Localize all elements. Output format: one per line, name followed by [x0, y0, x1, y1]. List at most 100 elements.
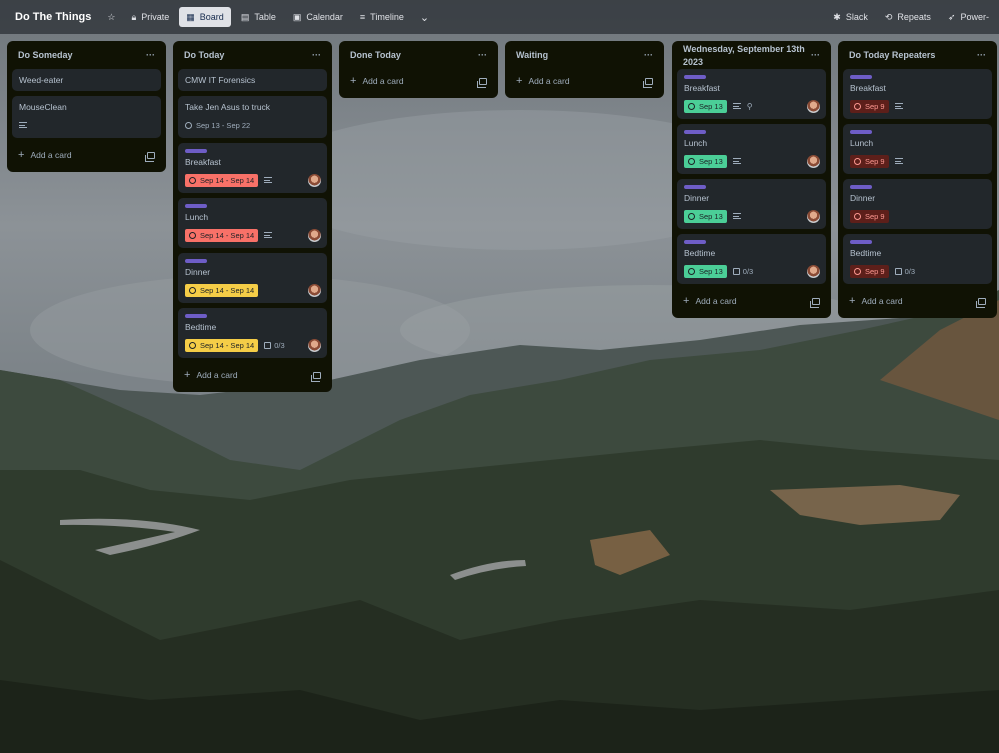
- card-label[interactable]: [185, 314, 207, 318]
- card-label[interactable]: [850, 185, 872, 189]
- star-button[interactable]: ☆: [101, 7, 121, 27]
- due-date-text: Sep 14 - Sep 14: [200, 285, 255, 295]
- card-template-icon[interactable]: [976, 297, 986, 308]
- due-date-badge[interactable]: Sep 13 - Sep 22: [185, 119, 250, 132]
- more-views-button[interactable]: ⌄: [414, 7, 435, 27]
- member-avatar[interactable]: [308, 339, 321, 352]
- due-date-badge[interactable]: Sep 14 - Sep 14: [185, 173, 259, 187]
- member-avatar[interactable]: [308, 229, 321, 242]
- description-icon: [732, 158, 741, 164]
- add-card-button[interactable]: + Add a card: [510, 69, 659, 93]
- card[interactable]: Dinner Sep 9: [843, 179, 992, 229]
- card-template-icon[interactable]: [145, 151, 155, 162]
- list-title[interactable]: Do Today Repeaters: [849, 50, 935, 60]
- card[interactable]: Lunch Sep 13: [677, 124, 826, 174]
- card-label[interactable]: [684, 75, 706, 79]
- card-label[interactable]: [684, 185, 706, 189]
- list-title[interactable]: Done Today: [350, 50, 401, 60]
- card[interactable]: Breakfast Sep 9: [843, 69, 992, 119]
- list-header[interactable]: Do Today Repeaters ···: [843, 41, 992, 69]
- due-date-badge[interactable]: Sep 14 - Sep 14: [185, 283, 259, 297]
- card-label[interactable]: [185, 149, 207, 153]
- list-menu-icon[interactable]: ···: [977, 50, 986, 60]
- card-template-icon[interactable]: [477, 77, 487, 88]
- list-header[interactable]: Do Today ···: [178, 41, 327, 69]
- card[interactable]: Bedtime Sep 9 0/3: [843, 234, 992, 284]
- list-menu-icon[interactable]: ···: [478, 50, 487, 60]
- card[interactable]: CMW IT Forensics: [178, 69, 327, 91]
- member-avatar[interactable]: [308, 174, 321, 187]
- add-card-label: Add a card: [528, 76, 570, 86]
- due-date-badge[interactable]: Sep 13: [684, 264, 727, 278]
- list-header[interactable]: Do Someday ···: [12, 41, 161, 69]
- due-date-badge[interactable]: Sep 14 - Sep 14: [185, 228, 259, 242]
- card-label[interactable]: [185, 259, 207, 263]
- card-label[interactable]: [850, 130, 872, 134]
- list-header[interactable]: Done Today ···: [344, 41, 493, 69]
- card[interactable]: Dinner Sep 14 - Sep 14: [178, 253, 327, 303]
- plus-icon: +: [849, 295, 856, 307]
- member-avatar[interactable]: [308, 284, 321, 297]
- due-date-badge[interactable]: Sep 9: [850, 209, 889, 223]
- card-label[interactable]: [850, 75, 872, 79]
- list-menu-icon[interactable]: ···: [312, 50, 321, 60]
- due-date-badge[interactable]: Sep 14 - Sep 14: [185, 338, 259, 352]
- card-label[interactable]: [185, 204, 207, 208]
- view-timeline-button[interactable]: ≡ Timeline: [353, 7, 411, 27]
- list-title[interactable]: Waiting: [516, 50, 548, 60]
- add-card-button[interactable]: + Add a card: [12, 143, 161, 167]
- clock-icon: [854, 267, 861, 275]
- due-date-badge[interactable]: Sep 9: [850, 264, 889, 278]
- card-label[interactable]: [684, 240, 706, 244]
- card[interactable]: Bedtime Sep 13 0/3: [677, 234, 826, 284]
- card[interactable]: Breakfast Sep 14 - Sep 14: [178, 143, 327, 193]
- member-avatar[interactable]: [807, 265, 820, 278]
- list-menu-icon[interactable]: ···: [811, 50, 820, 60]
- list-header[interactable]: Wednesday, September 13th 2023 ···: [677, 41, 826, 69]
- member-avatar[interactable]: [807, 210, 820, 223]
- view-calendar-button[interactable]: ▣ Calendar: [286, 7, 350, 27]
- card-template-icon[interactable]: [810, 297, 820, 308]
- clock-icon: [189, 286, 196, 294]
- card[interactable]: Breakfast Sep 13 ⚲: [677, 69, 826, 119]
- due-date-badge[interactable]: Sep 13: [684, 99, 727, 113]
- list-title[interactable]: Do Someday: [18, 50, 73, 60]
- card-template-icon[interactable]: [643, 77, 653, 88]
- powerups-button[interactable]: ➶ Power-: [941, 7, 996, 27]
- card[interactable]: Bedtime Sep 14 - Sep 14 0/3: [178, 308, 327, 358]
- board-title[interactable]: Do The Things: [15, 11, 91, 23]
- member-avatar[interactable]: [807, 100, 820, 113]
- slack-button[interactable]: ✱ Slack: [826, 7, 875, 27]
- list-menu-icon[interactable]: ···: [146, 50, 155, 60]
- list-menu-icon[interactable]: ···: [644, 50, 653, 60]
- clock-icon: [688, 212, 695, 220]
- add-card-button[interactable]: + Add a card: [178, 363, 327, 387]
- card-label[interactable]: [850, 240, 872, 244]
- list-title[interactable]: Wednesday, September 13th 2023: [683, 41, 811, 69]
- repeats-button[interactable]: ⟲ Repeats: [878, 7, 938, 27]
- card[interactable]: Weed-eater: [12, 69, 161, 91]
- card-label[interactable]: [684, 130, 706, 134]
- card-badges: Sep 14 - Sep 14 0/3: [185, 338, 320, 352]
- view-board-button[interactable]: ▦ Board: [179, 7, 231, 27]
- board-header: Do The Things ☆ 🔒︎ Private ▦ Board ▤ Table …: [0, 0, 999, 34]
- add-card-button[interactable]: + Add a card: [843, 289, 992, 313]
- view-table-button[interactable]: ▤ Table: [234, 7, 283, 27]
- list-3: Waiting ··· + Add a card: [505, 41, 664, 98]
- due-date-badge[interactable]: Sep 9: [850, 99, 889, 113]
- card[interactable]: Take Jen Asus to truck Sep 13 - Sep 22: [178, 96, 327, 138]
- list-title[interactable]: Do Today: [184, 50, 224, 60]
- due-date-badge[interactable]: Sep 13: [684, 154, 727, 168]
- member-avatar[interactable]: [807, 155, 820, 168]
- add-card-button[interactable]: + Add a card: [344, 69, 493, 93]
- card[interactable]: MouseClean: [12, 96, 161, 138]
- due-date-badge[interactable]: Sep 13: [684, 209, 727, 223]
- card[interactable]: Lunch Sep 14 - Sep 14: [178, 198, 327, 248]
- card-template-icon[interactable]: [311, 371, 321, 382]
- visibility-button[interactable]: 🔒︎ Private: [124, 7, 176, 27]
- add-card-button[interactable]: + Add a card: [677, 289, 826, 313]
- card[interactable]: Dinner Sep 13: [677, 179, 826, 229]
- due-date-badge[interactable]: Sep 9: [850, 154, 889, 168]
- list-header[interactable]: Waiting ···: [510, 41, 659, 69]
- card[interactable]: Lunch Sep 9: [843, 124, 992, 174]
